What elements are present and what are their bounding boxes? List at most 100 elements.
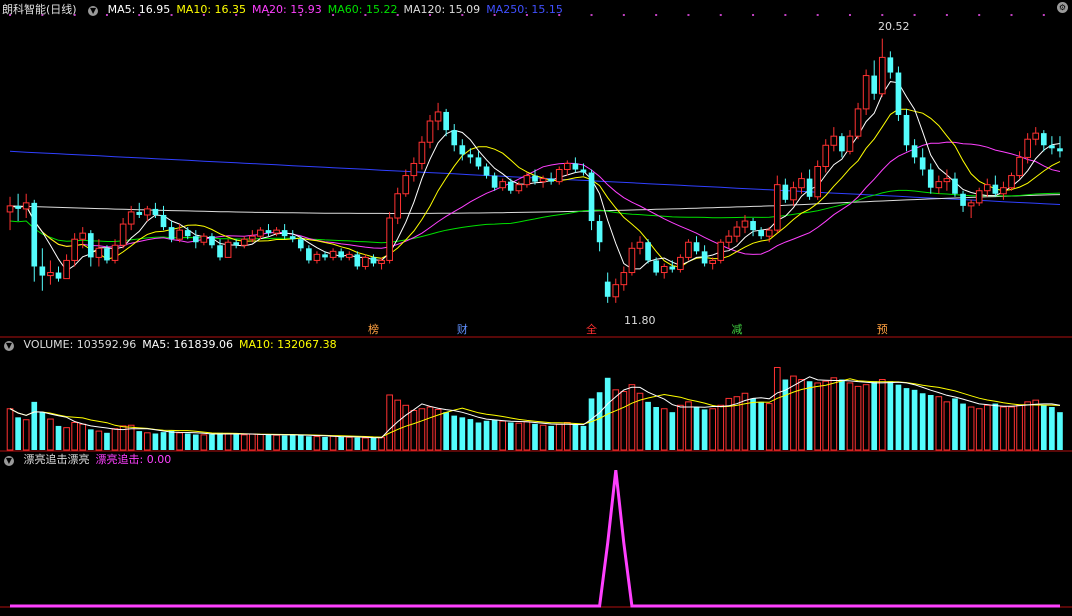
event-mark-1[interactable]: 财: [455, 323, 469, 337]
volume-bar-108: [878, 379, 886, 451]
candle-body-106: [862, 75, 870, 110]
candle-body-98: [798, 178, 805, 189]
settings-icon[interactable]: ⚙: [1057, 2, 1068, 13]
candle-body-121: [983, 184, 991, 192]
candle-body-76: [620, 272, 628, 286]
candle-body-48: [394, 193, 402, 219]
volume-bar-112: [911, 389, 918, 450]
volume-bar-12: [104, 432, 110, 450]
volume-bar-10: [87, 429, 94, 450]
top-dot-72: [590, 14, 593, 16]
volume-bar-30: [249, 433, 256, 451]
candle-body-12: [104, 248, 110, 261]
candle-body-8: [71, 238, 78, 261]
volume-bar-116: [943, 401, 951, 451]
event-mark-4[interactable]: 预: [875, 323, 889, 337]
volume-bar-38: [313, 436, 321, 451]
pane-dividers: [0, 336, 1072, 608]
candle-body-99: [806, 178, 813, 197]
candle-body-112: [911, 145, 918, 158]
candle-body-5: [47, 272, 54, 277]
candle-body-95: [773, 184, 781, 231]
top-dot-84: [687, 14, 690, 16]
candle-body-14: [119, 223, 127, 246]
candle-body-117: [952, 178, 958, 194]
candle-body-80: [653, 260, 659, 273]
volume-bar-111: [903, 388, 910, 450]
candle-body-64: [523, 175, 531, 186]
candle-body-23: [192, 236, 199, 243]
event-mark-0[interactable]: 榜: [366, 323, 380, 337]
candle-body-57: [467, 154, 474, 158]
candle-body-70: [572, 163, 579, 170]
candle-body-69: [563, 162, 571, 171]
candle-body-65: [532, 175, 538, 182]
volume-bar-25: [209, 434, 215, 450]
candle-body-93: [758, 230, 764, 237]
event-mark-2[interactable]: 全: [585, 323, 599, 337]
volume-bar-78: [636, 392, 644, 451]
candle-body-113: [919, 157, 926, 170]
volume-bar-62: [507, 422, 514, 450]
volume-bar-40: [329, 435, 337, 451]
volume-bar-113: [919, 393, 926, 450]
candle-body-122: [992, 184, 999, 194]
candle-body-68: [555, 169, 563, 183]
volume-bar-81: [660, 408, 668, 451]
volume-bar-64: [523, 421, 531, 451]
candle-body-84: [685, 241, 692, 258]
candle-body-47: [386, 217, 393, 261]
candle-body-74: [604, 281, 611, 297]
indicator-line: [10, 470, 1060, 608]
volume-bar-4: [39, 412, 46, 450]
candle-body-75: [612, 284, 620, 298]
candle-body-17: [144, 208, 151, 216]
volume-bar-95: [773, 366, 781, 451]
volume-bar-79: [645, 401, 651, 450]
candle-body-16: [136, 211, 143, 215]
top-dot-108: [881, 14, 884, 16]
volume-bar-17: [144, 432, 151, 451]
chevron-down-icon[interactable]: ▼: [4, 456, 14, 466]
stock-chart: [0, 14, 1072, 608]
ma-legend-item-1: MA10: 16.35: [176, 3, 247, 16]
volume-bar-68: [555, 423, 563, 451]
candle-body-105: [854, 108, 862, 137]
volume-bar-80: [653, 407, 659, 450]
volume-bar-56: [459, 417, 466, 450]
volume-bar-49: [402, 404, 410, 451]
candle-body-45: [370, 257, 377, 264]
volume-bar-19: [160, 432, 167, 450]
candle-body-81: [660, 265, 668, 274]
volume-bar-29: [240, 434, 248, 451]
candle-body-2: [22, 202, 30, 210]
volume-bar-84: [685, 401, 692, 451]
candle-body-115: [935, 181, 943, 189]
ma-legend-item-5: MA250: 15.15: [486, 3, 563, 16]
event-mark-3[interactable]: 减: [730, 323, 744, 337]
candle-body-100: [814, 165, 821, 198]
candle-body-29: [240, 238, 248, 246]
candle-body-27: [224, 241, 232, 258]
top-dot-88: [719, 14, 722, 16]
candle-body-51: [418, 141, 426, 164]
volume-bar-2: [22, 419, 30, 451]
volume-legend-item-1: MA5: 161839.06: [142, 338, 233, 351]
volume-bar-1: [15, 417, 21, 450]
candle-body-67: [548, 178, 554, 182]
volume-bar-66: [539, 424, 547, 451]
chevron-down-icon[interactable]: ▼: [88, 6, 99, 16]
candle-body-101: [822, 144, 830, 167]
chevron-down-icon[interactable]: ▼: [4, 341, 14, 351]
top-dot-116: [945, 14, 948, 16]
ma-legend-item-2: MA20: 15.93: [252, 3, 322, 16]
top-dot-124: [1010, 14, 1013, 16]
volume-bar-121: [983, 404, 991, 451]
volume-bar-118: [960, 403, 966, 450]
candle-body-88: [717, 241, 725, 261]
volume-bar-26: [217, 432, 223, 450]
ma-legend-item-3: MA60: 15.22: [327, 3, 398, 16]
candle-body-97: [790, 187, 797, 201]
volume-bar-51: [418, 408, 426, 451]
volume-bar-82: [669, 412, 676, 450]
